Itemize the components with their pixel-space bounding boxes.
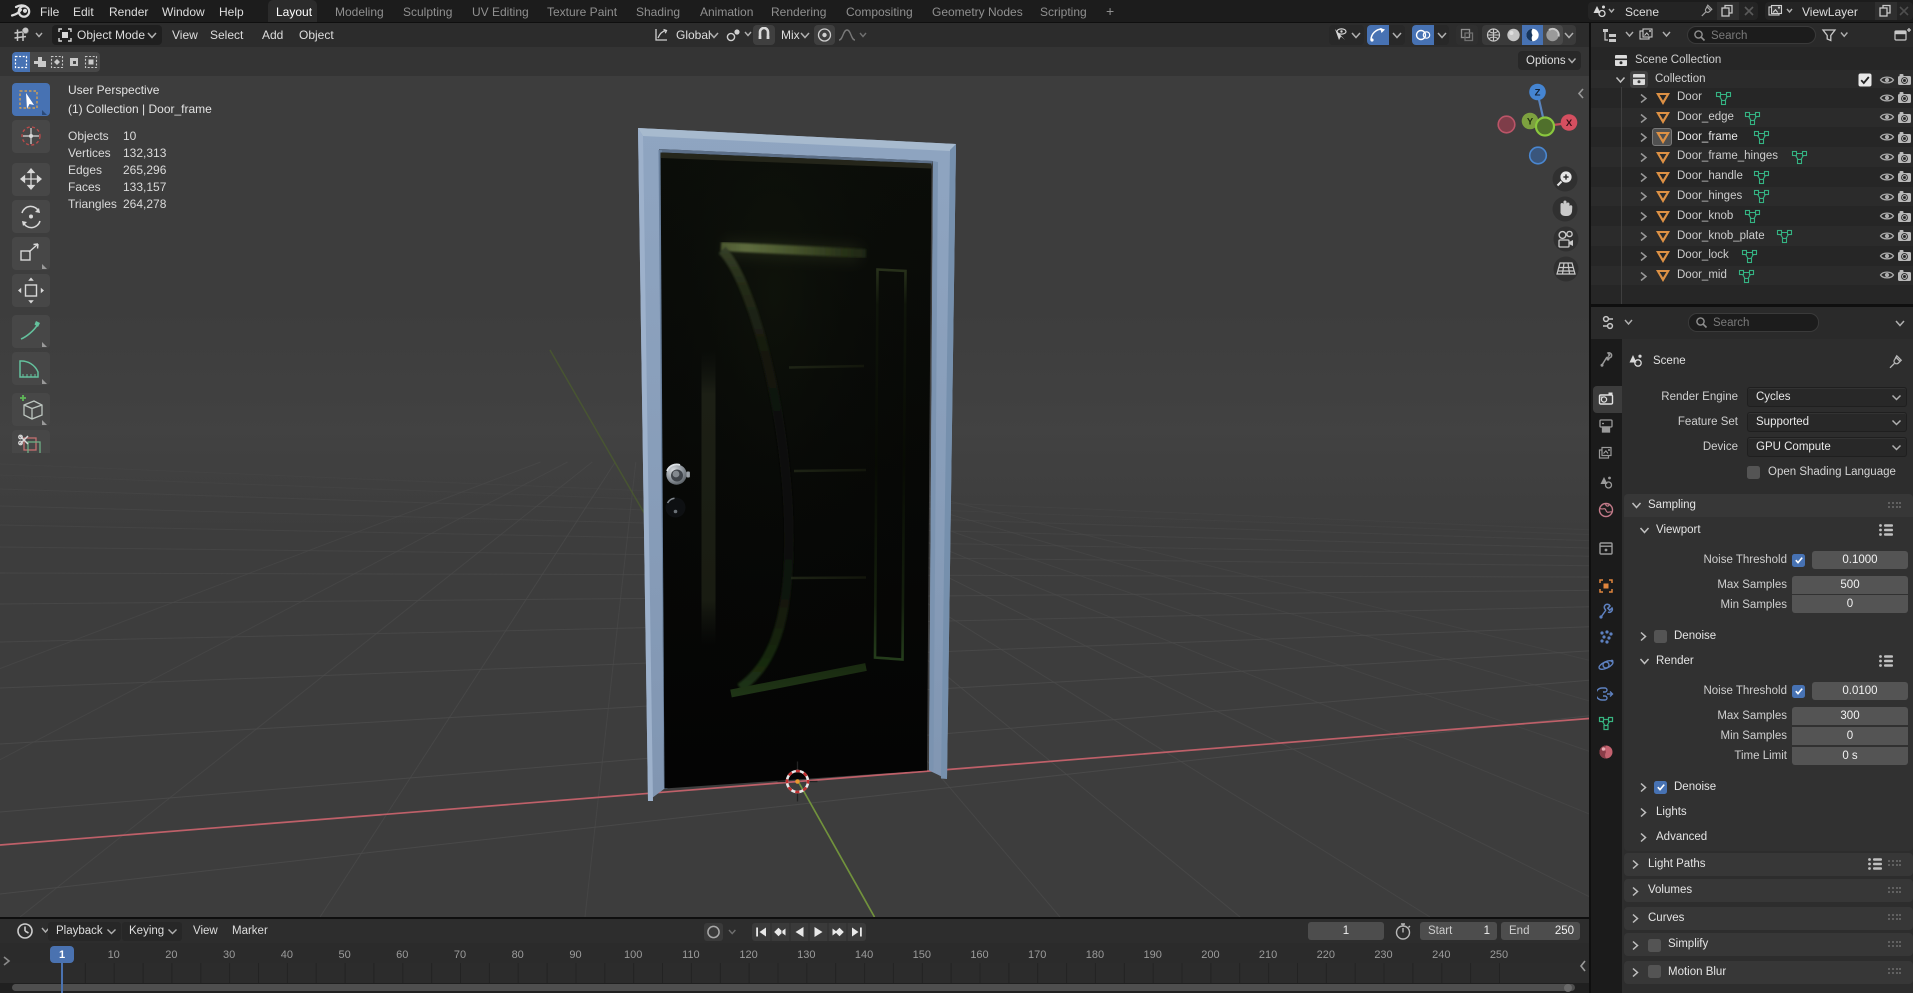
svg-text:Z: Z <box>1535 88 1541 99</box>
svg-text:X: X <box>1566 118 1573 129</box>
svg-text:Y: Y <box>1527 117 1534 128</box>
